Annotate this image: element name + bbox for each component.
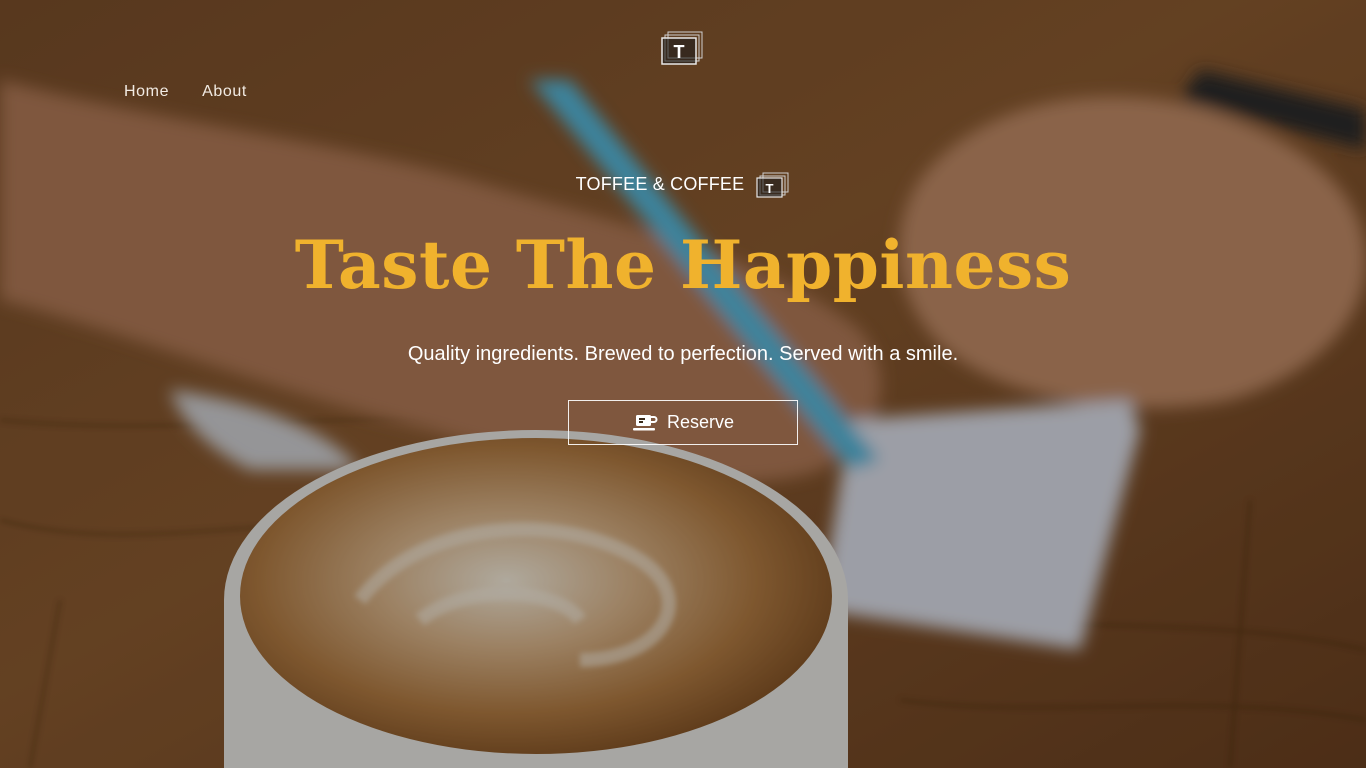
brand-mark-letter: T — [766, 181, 774, 196]
hero-tagline: Quality ingredients. Brewed to perfectio… — [407, 343, 959, 365]
reserve-button-label: Reserve — [666, 412, 735, 432]
toffee-logo-icon: T — [756, 172, 789, 198]
nav-link-about[interactable]: About — [202, 83, 247, 101]
main-nav: Home About — [124, 83, 247, 101]
hero-dark-overlay — [0, 0, 1366, 768]
reserve-button[interactable]: Reserve — [568, 400, 798, 445]
brand-row: TOFFEE & COFFEE T — [0, 170, 1366, 198]
coffee-cup-icon — [632, 414, 658, 430]
brand-name: TOFFEE & COFFEE — [575, 173, 745, 194]
hero-headline: Taste The Happiness — [294, 226, 1072, 304]
toffee-logo-icon[interactable]: T — [660, 30, 706, 66]
hero-section: T Home About TOFFEE & COFFEE T Taste The… — [0, 0, 1366, 768]
logo-letter: T — [674, 42, 685, 62]
nav-link-home[interactable]: Home — [124, 83, 169, 101]
